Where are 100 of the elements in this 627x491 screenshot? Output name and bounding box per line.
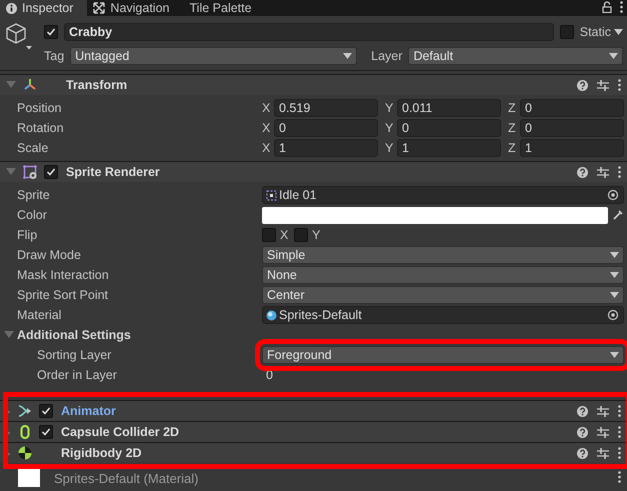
dropdown-arrow-icon [610,292,619,298]
dropdown-arrow-icon [609,53,618,59]
navigation-icon [93,2,106,14]
eyedropper-icon[interactable] [612,209,624,221]
object-picker-icon[interactable] [607,309,619,321]
object-picker-icon[interactable] [607,189,619,201]
number-field[interactable]: 1 [397,139,501,157]
axis-label: Y [385,141,394,155]
help-icon[interactable] [577,166,588,178]
material-preview [18,469,40,487]
more-icon[interactable] [618,447,621,459]
axis-label: Z [508,121,517,135]
axis-label: X [280,228,290,242]
foldout-arrow-icon[interactable] [6,409,11,415]
enable-checkbox[interactable] [39,425,53,439]
more-icon[interactable] [618,470,621,482]
property-label: Material [17,308,62,322]
axis-label: Y [385,121,394,135]
tab[interactable]: Tile Palette [184,0,266,16]
axis-label: X [262,101,272,115]
axis-label: Z [508,101,517,115]
axis-label: Y [385,101,394,115]
component-title: Sprite Renderer [66,165,161,179]
component-header[interactable]: Sprite Renderer [0,161,627,182]
more-icon[interactable] [618,166,621,178]
enable-checkbox[interactable] [44,165,58,179]
property-label: Rotation [17,121,65,135]
component-header[interactable]: Capsule Collider 2D [0,421,627,442]
more-icon[interactable] [618,79,621,91]
dropdown[interactable]: None [262,266,624,284]
checkbox[interactable] [294,228,308,242]
checkmark-icon [41,406,51,416]
tab[interactable]: Inspector [0,0,88,16]
number-field[interactable]: 0 [274,119,378,137]
property-label: Mask Interaction [17,268,110,282]
number-field[interactable]: 0 [397,119,501,137]
property-label: Position [17,101,62,115]
static-dropdown[interactable]: Static [580,25,623,39]
axes-icon [23,78,37,92]
layer-dropdown[interactable]: Default [408,47,623,65]
sliders-icon[interactable] [597,426,609,438]
help-icon[interactable] [577,448,588,458]
dropdown-arrow-icon [343,53,352,59]
property-label: Sprite [17,188,51,202]
sliders-icon[interactable] [597,166,609,178]
property-label: Sprite Sort Point [17,288,110,302]
sliders-icon[interactable] [597,80,609,90]
property-label: Scale [17,141,50,155]
number-field[interactable]: 1 [520,139,624,157]
number-field[interactable]: 0.011 [397,99,501,117]
foldout-arrow-icon[interactable] [6,430,11,436]
section-title[interactable]: Additional Settings [17,328,131,342]
checkmark-icon [46,27,56,37]
static-checkbox[interactable] [560,25,574,39]
sphere-icon [266,310,277,320]
enable-checkbox[interactable] [39,404,53,418]
number-field[interactable]: 0.519 [274,99,378,117]
active-checkbox[interactable] [44,25,58,39]
component-header[interactable]: Rigidbody 2D [0,442,627,463]
sliders-icon[interactable] [597,406,609,416]
more-icon[interactable] [620,1,623,13]
component-title: Capsule Collider 2D [61,425,180,439]
tag-dropdown[interactable]: Untagged [70,47,358,65]
more-icon[interactable] [618,426,621,438]
property-label: Order in Layer [37,368,118,382]
dropdown-arrow-icon [610,272,619,278]
lock-icon[interactable] [602,1,612,13]
color-swatch[interactable] [262,206,608,224]
checkbox[interactable] [262,228,276,242]
tab[interactable]: Navigation [87,0,184,16]
info-icon [6,2,17,14]
component-header[interactable]: Animator [0,400,627,421]
help-icon[interactable] [577,426,588,438]
dropdown-arrow-icon [610,252,619,258]
capsule-icon [20,425,30,439]
tag-label: Tag [44,49,64,63]
property-label: Draw Mode [17,248,82,262]
component-title: Transform [66,78,128,92]
foldout-arrow-icon[interactable] [6,451,11,457]
dropdown[interactable]: Center [262,286,624,304]
object-field[interactable]: Idle 01 [262,186,624,204]
number-field[interactable]: 1 [274,139,378,157]
checkmark-icon [46,167,56,177]
preview-title: Sprites-Default (Material) [54,470,200,486]
help-icon[interactable] [577,80,588,90]
more-icon[interactable] [618,405,621,417]
dropdown[interactable]: Simple [262,246,624,264]
component-title: Rigidbody 2D [61,446,143,460]
name-field[interactable]: Crabby [64,23,554,41]
dropdown-arrow-icon [610,352,619,358]
property-label: Color [17,208,48,222]
sliders-icon[interactable] [597,448,609,458]
help-icon[interactable] [577,406,588,416]
component-header[interactable]: Transform [0,74,627,95]
axis-label: X [262,121,272,135]
object-field[interactable]: Sprites-Default [262,306,624,324]
axis-label: Z [508,141,517,155]
axis-label: Y [312,228,322,242]
number-field[interactable]: 0 [520,99,624,117]
number-field[interactable]: 0 [520,119,624,137]
